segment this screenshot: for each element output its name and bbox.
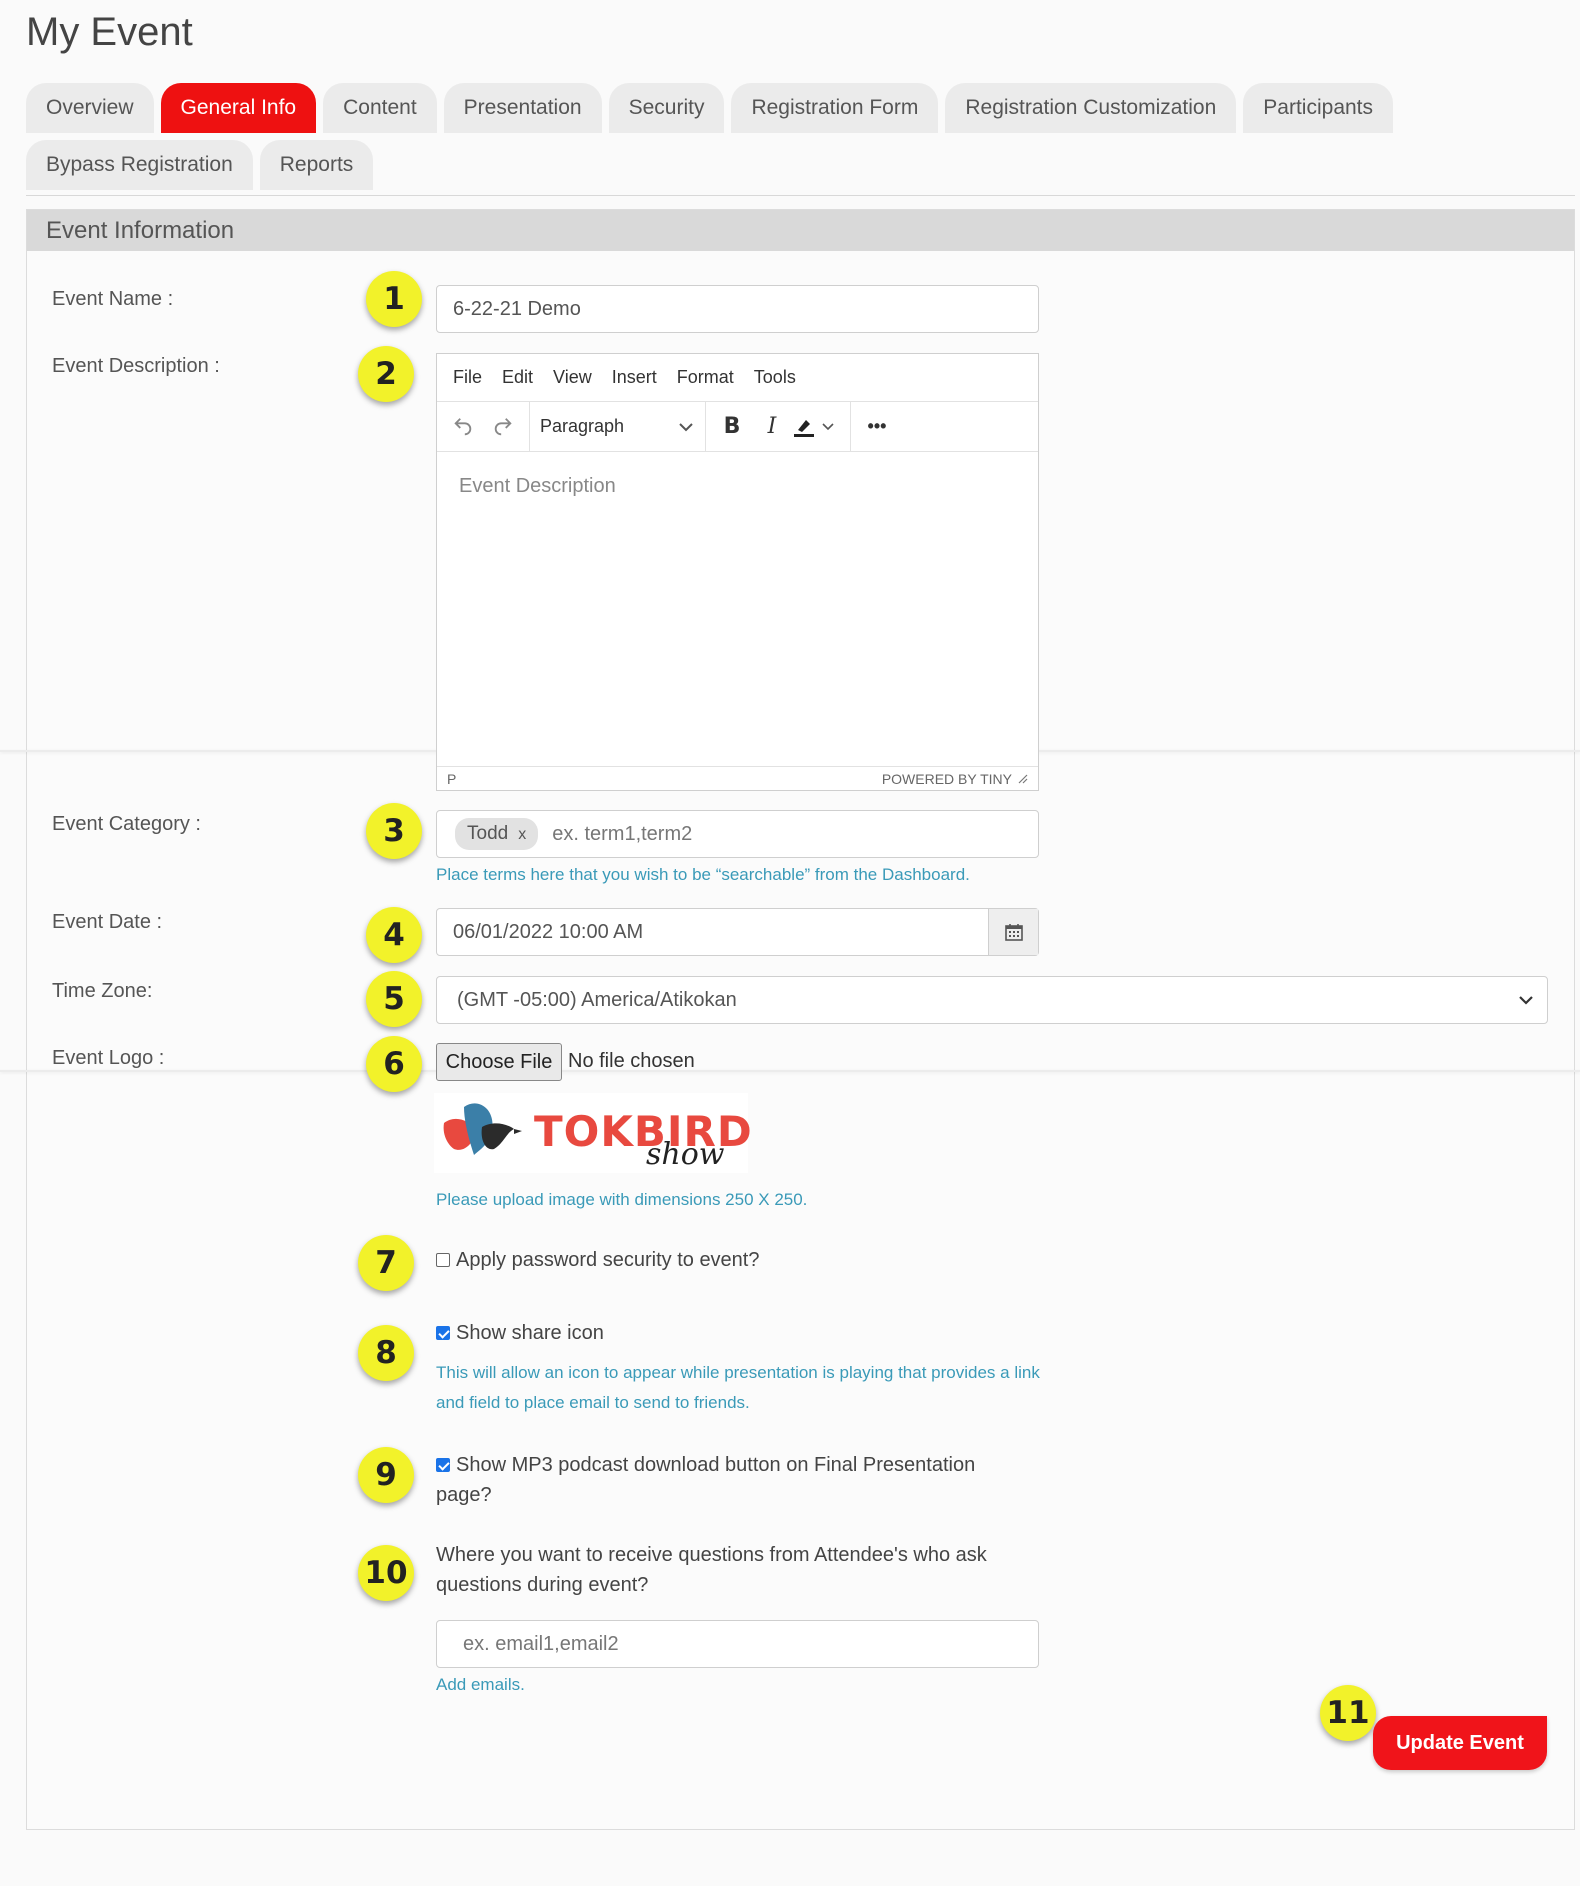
- editor-toolbar: Paragraph B I •••: [437, 402, 1038, 452]
- editor-menubar: File Edit View Insert Format Tools: [437, 354, 1038, 402]
- tab-content[interactable]: Content: [323, 83, 437, 133]
- questions-email-label-line1: Where you want to receive questions from…: [436, 1544, 987, 1566]
- page-title: My Event: [26, 10, 193, 54]
- event-description-label: Event Description :: [52, 355, 220, 377]
- share-icon-help-line1: This will allow an icon to appear while …: [436, 1363, 1040, 1382]
- category-tag-label: Todd: [467, 823, 509, 844]
- more-options-icon[interactable]: •••: [857, 409, 897, 445]
- time-zone-value: (GMT -05:00) America/Atikokan: [457, 989, 737, 1011]
- menu-file[interactable]: File: [453, 367, 482, 388]
- tab-registration-form[interactable]: Registration Form: [731, 83, 939, 133]
- tab-reports[interactable]: Reports: [259, 140, 374, 190]
- callout-marker-5: 5: [366, 971, 422, 1027]
- category-tag: Todd x: [455, 818, 539, 850]
- mp3-download-row: Show MP3 podcast download button on Fina…: [436, 1450, 975, 1480]
- mp3-download-label: Show MP3 podcast download button on Fina…: [456, 1454, 976, 1476]
- tag-remove-button[interactable]: x: [518, 826, 526, 843]
- share-icon-label: Show share icon: [456, 1322, 604, 1344]
- event-logo-help: Please upload image with dimensions 250 …: [436, 1190, 808, 1209]
- resize-handle-icon[interactable]: [1018, 774, 1028, 784]
- questions-email-label-line2: questions during event?: [436, 1574, 649, 1596]
- chevron-down-icon: [1519, 996, 1533, 1005]
- callout-marker-11: 11: [1320, 1685, 1376, 1741]
- tab-overview[interactable]: Overview: [26, 83, 154, 133]
- event-logo-label: Event Logo :: [52, 1047, 165, 1069]
- event-name-input[interactable]: 6-22-21 Demo: [436, 285, 1039, 333]
- time-zone-select[interactable]: (GMT -05:00) America/Atikokan: [436, 976, 1548, 1024]
- menu-edit[interactable]: Edit: [502, 367, 533, 388]
- highlight-color-icon[interactable]: [792, 409, 844, 445]
- tab-bypass-registration[interactable]: Bypass Registration: [26, 140, 253, 190]
- callout-marker-10: 10: [358, 1545, 414, 1601]
- menu-tools[interactable]: Tools: [754, 367, 796, 388]
- event-date-value: 06/01/2022 10:00 AM: [453, 921, 644, 943]
- share-icon-help-line2: and field to place email to send to frie…: [436, 1393, 750, 1412]
- editor-statusbar: P POWERED BY TINY: [437, 766, 1038, 790]
- share-icon-row: Show share icon: [436, 1318, 604, 1348]
- event-logo-image: TOKBIRD show: [434, 1093, 752, 1173]
- callout-marker-3: 3: [366, 803, 422, 859]
- menu-format[interactable]: Format: [677, 367, 734, 388]
- callout-marker-9: 9: [358, 1447, 414, 1503]
- undo-icon[interactable]: [443, 409, 483, 445]
- tab-participants[interactable]: Participants: [1243, 83, 1394, 133]
- event-date-label: Event Date :: [52, 911, 163, 933]
- italic-icon[interactable]: I: [752, 409, 792, 445]
- mp3-download-checkbox[interactable]: [436, 1458, 450, 1472]
- event-name-label: Event Name :: [52, 288, 174, 310]
- redo-icon[interactable]: [483, 409, 523, 445]
- panel-header: Event Information: [27, 210, 1574, 251]
- mp3-download-label-line2: page?: [436, 1484, 492, 1506]
- tab-security[interactable]: Security: [608, 83, 725, 133]
- logo-script: show: [646, 1137, 725, 1172]
- callout-marker-2: 2: [358, 346, 414, 402]
- menu-insert[interactable]: Insert: [612, 367, 657, 388]
- choose-file-button[interactable]: Choose File: [436, 1043, 562, 1081]
- event-category-label: Event Category :: [52, 813, 201, 835]
- calendar-icon[interactable]: [988, 909, 1038, 955]
- questions-email-input[interactable]: [436, 1620, 1039, 1668]
- callout-marker-4: 4: [366, 907, 422, 963]
- password-security-row: Apply password security to event?: [436, 1245, 760, 1275]
- scroll-seam: [0, 1070, 1580, 1072]
- event-category-tag-input[interactable]: Todd x ex. term1,term2: [436, 810, 1039, 858]
- category-placeholder: ex. term1,term2: [552, 823, 693, 845]
- callout-marker-6: 6: [366, 1036, 422, 1092]
- time-zone-label: Time Zone:: [52, 980, 153, 1002]
- bold-icon[interactable]: B: [712, 409, 752, 445]
- password-security-label: Apply password security to event?: [456, 1249, 760, 1271]
- powered-by-tiny[interactable]: POWERED BY TINY: [882, 771, 1012, 787]
- callout-marker-1: 1: [366, 271, 422, 327]
- callout-marker-7: 7: [358, 1235, 414, 1291]
- callout-marker-8: 8: [358, 1325, 414, 1381]
- rich-text-editor: File Edit View Insert Format Tools Parag…: [436, 353, 1039, 791]
- password-security-checkbox[interactable]: [436, 1253, 450, 1267]
- tabs-divider: [26, 195, 1575, 196]
- menu-view[interactable]: View: [553, 367, 592, 388]
- element-path: P: [447, 770, 457, 787]
- block-format-value: Paragraph: [540, 416, 625, 436]
- file-status: No file chosen: [568, 1050, 695, 1072]
- chevron-down-icon: [679, 422, 693, 431]
- share-icon-checkbox[interactable]: [436, 1326, 450, 1340]
- tab-general-info[interactable]: General Info: [160, 83, 317, 133]
- event-date-input[interactable]: 06/01/2022 10:00 AM: [436, 908, 1039, 956]
- questions-email-help: Add emails.: [436, 1675, 525, 1694]
- event-category-help: Place terms here that you wish to be “se…: [436, 865, 970, 884]
- tab-registration-customization[interactable]: Registration Customization: [945, 83, 1237, 133]
- tab-bar: Overview General Info Content Presentati…: [26, 83, 1576, 197]
- tab-presentation[interactable]: Presentation: [443, 83, 602, 133]
- editor-content-area[interactable]: Event Description: [437, 453, 1038, 727]
- update-event-button[interactable]: Update Event: [1373, 1716, 1547, 1770]
- block-format-select[interactable]: Paragraph: [530, 402, 705, 451]
